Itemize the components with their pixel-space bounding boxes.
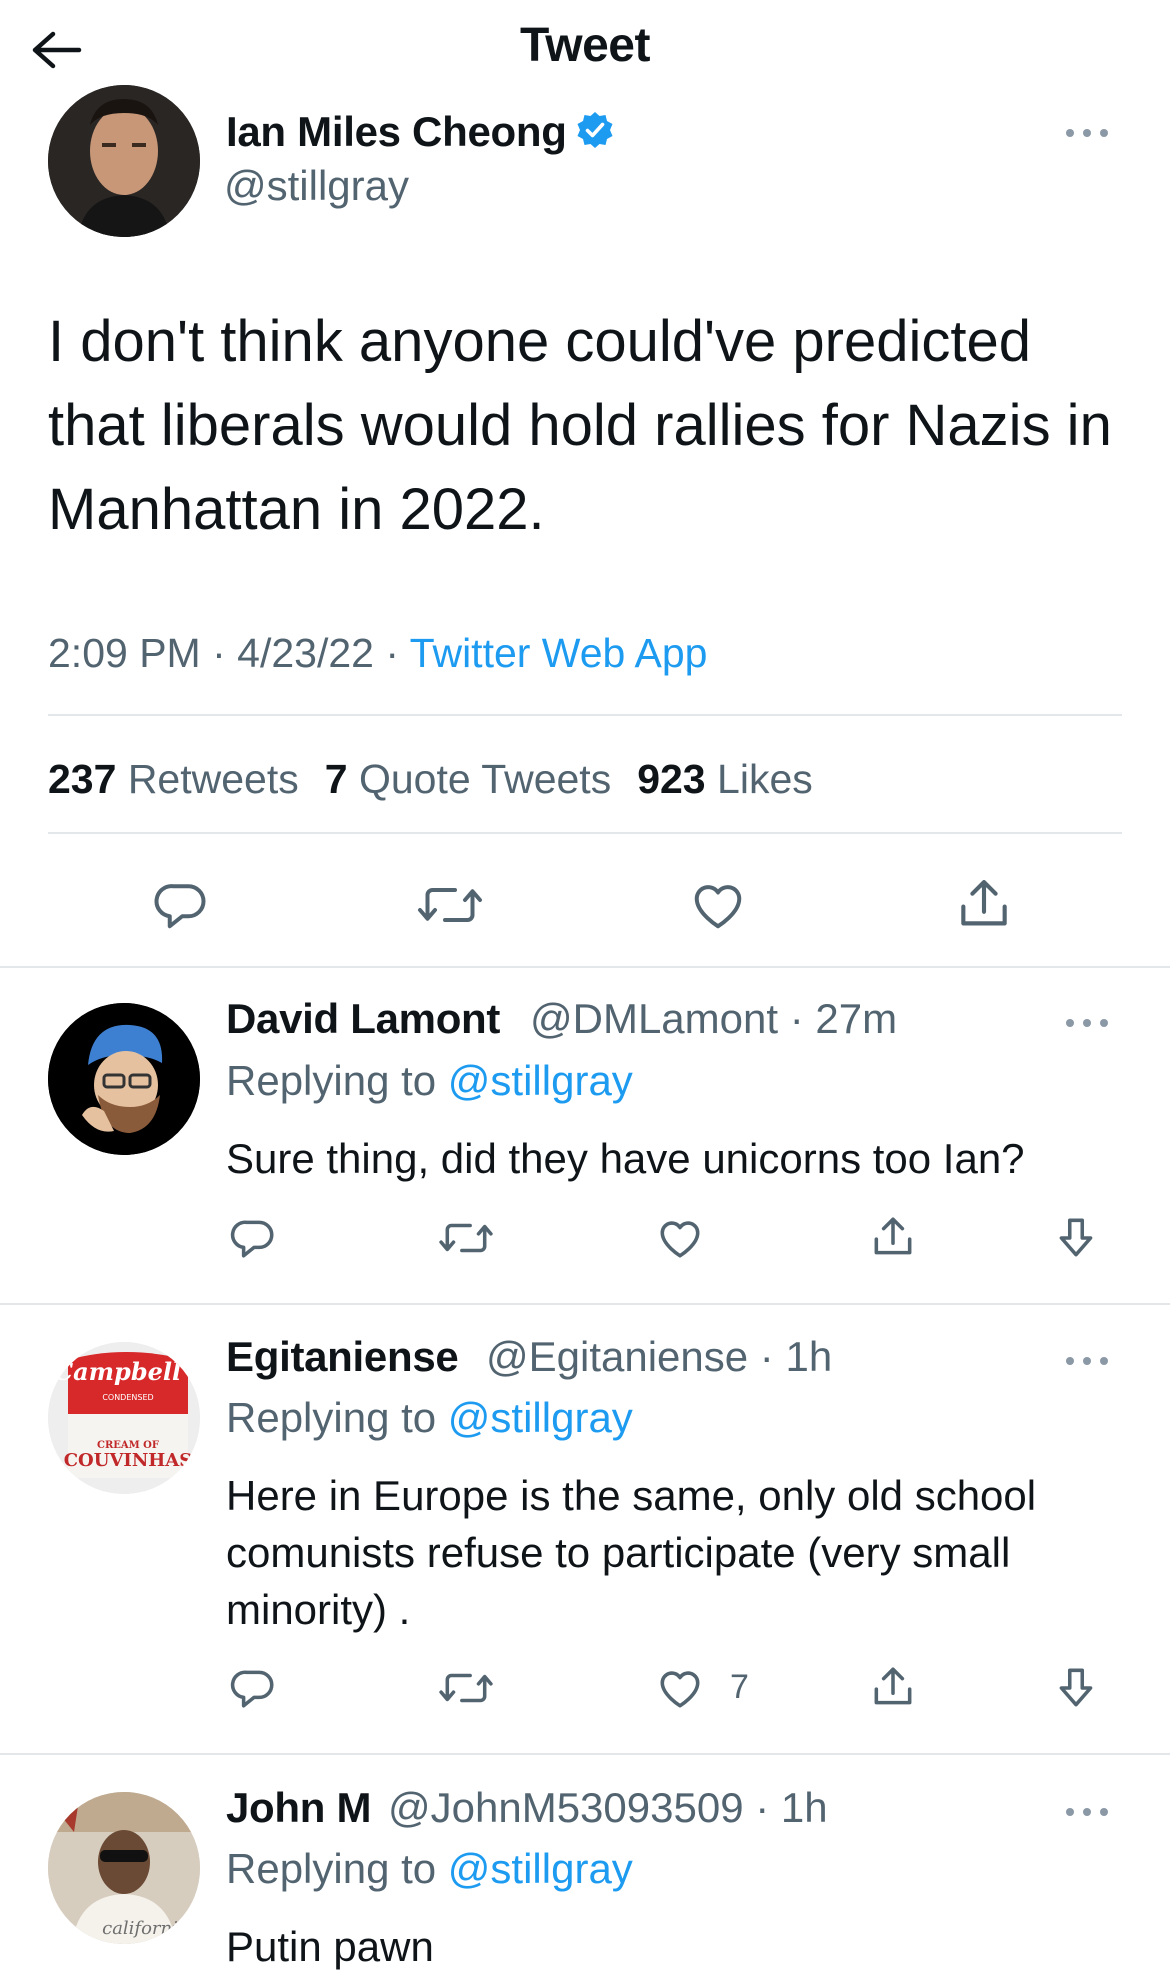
share-icon xyxy=(960,879,1007,925)
share-button[interactable] xyxy=(865,1208,921,1266)
retweet-icon xyxy=(439,1673,493,1703)
tweet-text: I don't think anyone could've predicted … xyxy=(48,309,1112,542)
reply-author-name[interactable]: David Lamont xyxy=(226,995,500,1043)
replying-to: Replying to @stillgray xyxy=(226,1394,633,1441)
svg-text:Campbell's: Campbell's xyxy=(54,1357,200,1386)
reply-author-name[interactable]: John M xyxy=(226,1784,371,1832)
svg-text:CONDENSED: CONDENSED xyxy=(102,1393,153,1402)
reply-text: Putin pawn xyxy=(226,1923,434,1970)
soup-can-avatar: Campbell's CONDENSED CREAM OF COUVINHAS xyxy=(48,1342,200,1494)
reply-button[interactable] xyxy=(225,1660,281,1716)
divider xyxy=(0,1303,1170,1305)
like-button[interactable] xyxy=(680,870,755,940)
like-count: 7 xyxy=(730,1668,749,1706)
more-options-icon[interactable] xyxy=(1062,118,1112,148)
page-title: Tweet xyxy=(520,19,650,72)
retweet-icon xyxy=(418,888,482,922)
share-icon xyxy=(874,1217,912,1255)
more-options-icon[interactable] xyxy=(1062,1346,1112,1376)
author-handle[interactable]: @stillgray xyxy=(224,162,409,210)
divider xyxy=(0,1753,1170,1755)
share-button[interactable] xyxy=(865,1658,921,1716)
share-button[interactable] xyxy=(946,866,1021,941)
reply-handle-line: @DMLamont · 27m xyxy=(530,995,898,1042)
reply-time[interactable]: 1h xyxy=(785,1333,832,1380)
reply-text: Sure thing, did they have unicorns too I… xyxy=(226,1135,1025,1182)
reply-button[interactable] xyxy=(146,870,216,940)
share-icon xyxy=(874,1667,912,1705)
tweet-date: 4/23/22 xyxy=(237,630,374,676)
divider xyxy=(0,966,1170,968)
verified-badge-icon xyxy=(575,110,615,160)
top-bar: Tweet xyxy=(0,0,1170,100)
like-button[interactable] xyxy=(652,1210,708,1266)
reply-avatar[interactable]: Campbell's CONDENSED CREAM OF COUVINHAS xyxy=(48,1342,200,1494)
heart-icon xyxy=(694,885,741,929)
retweet-button[interactable] xyxy=(436,1660,496,1716)
divider xyxy=(48,832,1122,834)
mention-link[interactable]: @stillgray xyxy=(448,1845,633,1892)
divider xyxy=(48,714,1122,716)
more-options-icon[interactable] xyxy=(1062,1008,1112,1038)
author-avatar[interactable] xyxy=(48,85,200,237)
heart-icon xyxy=(660,1671,700,1708)
retweets-stat[interactable]: 237 Retweets xyxy=(48,756,299,803)
retweet-button[interactable] xyxy=(410,870,490,940)
svg-text:californi: californi xyxy=(102,1918,178,1939)
like-button[interactable] xyxy=(652,1660,708,1716)
reply-author-name[interactable]: Egitaniense xyxy=(226,1333,459,1381)
reply-text: Here in Europe is the same, only old sch… xyxy=(226,1472,1037,1633)
tweet-time: 2:09 PM xyxy=(48,630,201,676)
engagement-stats: 237 Retweets 7 Quote Tweets 923 Likes xyxy=(48,756,813,803)
reply-icon xyxy=(230,1220,274,1258)
reply-handle-line: @Egitaniense · 1h xyxy=(486,1333,833,1380)
downvote-arrow-icon xyxy=(1059,1218,1093,1257)
replying-to: Replying to @stillgray xyxy=(226,1057,633,1104)
reply-time[interactable]: 27m xyxy=(815,995,897,1042)
reply-handle[interactable]: @JohnM53093509 xyxy=(388,1784,744,1831)
tweet-meta: 2:09 PM · 4/23/22 · Twitter Web App xyxy=(48,630,708,676)
more-options-icon[interactable] xyxy=(1062,1797,1112,1827)
downvote-button[interactable] xyxy=(1048,1210,1104,1266)
author-name[interactable]: Ian Miles Cheong xyxy=(226,108,615,160)
reply-icon xyxy=(154,884,206,929)
likes-stat[interactable]: 923 Likes xyxy=(637,756,813,803)
retweet-button[interactable] xyxy=(436,1210,496,1266)
mention-link[interactable]: @stillgray xyxy=(448,1394,633,1441)
quote-tweets-stat[interactable]: 7 Quote Tweets xyxy=(325,756,611,803)
reply-icon xyxy=(230,1670,274,1708)
reply-handle[interactable]: @DMLamont xyxy=(530,995,778,1042)
downvote-button[interactable] xyxy=(1048,1660,1104,1716)
downvote-arrow-icon xyxy=(1059,1668,1093,1707)
svg-text:COUVINHAS: COUVINHAS xyxy=(64,1450,193,1471)
tweet-source[interactable]: Twitter Web App xyxy=(410,630,708,676)
reply-avatar[interactable]: californi xyxy=(48,1792,200,1944)
reply-time[interactable]: 1h xyxy=(781,1784,828,1831)
reply-avatar[interactable] xyxy=(48,1003,200,1155)
heart-icon xyxy=(660,1221,700,1258)
reply-handle-line: @JohnM53093509 · 1h xyxy=(388,1784,828,1831)
mention-link[interactable]: @stillgray xyxy=(448,1057,633,1104)
retweet-icon xyxy=(439,1223,493,1253)
reply-button[interactable] xyxy=(225,1210,281,1266)
reply-handle[interactable]: @Egitaniense xyxy=(486,1333,748,1380)
replying-to: Replying to @stillgray xyxy=(226,1845,633,1892)
